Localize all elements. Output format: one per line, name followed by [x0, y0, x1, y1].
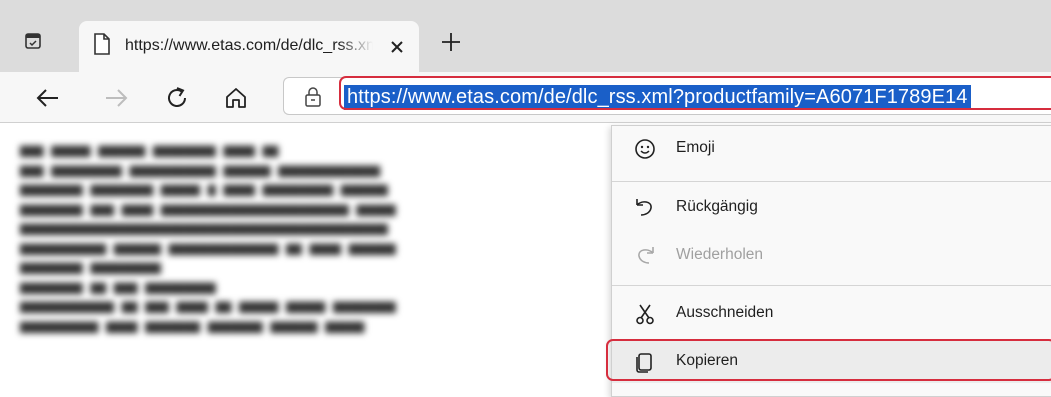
url-highlight-outline	[339, 76, 1051, 110]
emoji-icon	[634, 138, 656, 160]
tab-strip: https://www.etas.com/de/dlc_rss.xml?prod…	[0, 0, 1051, 72]
tab-actions-icon[interactable]	[22, 30, 44, 52]
scissors-icon	[634, 303, 656, 325]
menu-item-emoji[interactable]: Emoji	[612, 128, 1051, 170]
menu-item-undo[interactable]: Rückgängig	[612, 187, 1051, 229]
plus-icon[interactable]	[440, 31, 462, 53]
home-icon[interactable]	[223, 85, 249, 111]
menu-separator	[612, 181, 1051, 182]
close-icon[interactable]	[388, 38, 406, 56]
page-icon	[93, 33, 111, 60]
copy-highlight-outline	[606, 339, 1051, 381]
refresh-icon[interactable]	[164, 85, 190, 111]
forward-arrow-icon[interactable]	[103, 85, 129, 111]
lock-icon[interactable]	[304, 87, 322, 112]
toolbar: https://www.etas.com/de/dlc_rss.xml?prod…	[0, 72, 1051, 123]
redo-icon	[634, 245, 656, 267]
tab-title: https://www.etas.com/de/dlc_rss.xml?prod…	[125, 37, 373, 54]
active-tab[interactable]: https://www.etas.com/de/dlc_rss.xml?prod…	[79, 21, 419, 72]
menu-item-cut[interactable]: Ausschneiden	[612, 293, 1051, 335]
back-arrow-icon[interactable]	[35, 85, 61, 111]
undo-icon	[634, 197, 656, 219]
menu-separator	[612, 285, 1051, 286]
blurred-content: ▆▆▆ ▆▆▆▆▆ ▆▆▆▆▆▆ ▆▆▆▆▆▆▆▆ ▆▆▆▆ ▆▆ ▆▆▆ ▆▆…	[20, 143, 396, 334]
menu-item-redo[interactable]: Wiederholen	[612, 235, 1051, 277]
